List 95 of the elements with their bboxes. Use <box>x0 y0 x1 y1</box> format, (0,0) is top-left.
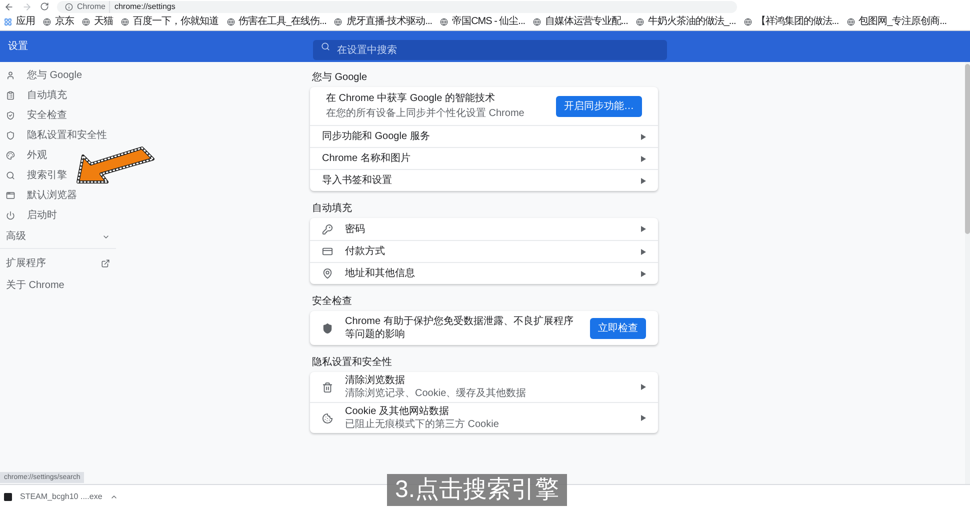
caret-icon <box>641 134 646 140</box>
row-title: 密码 <box>345 222 366 236</box>
back-icon[interactable] <box>4 2 14 12</box>
sidebar-item[interactable]: 隐私设置和安全性 <box>0 125 113 145</box>
url-text: chrome://settings <box>114 0 176 12</box>
globe-icon <box>533 18 542 26</box>
cookie-icon <box>322 412 333 424</box>
caret-icon <box>641 415 646 421</box>
sync-button[interactable]: 开启同步功能… <box>556 96 642 116</box>
section-title: 您与 Google <box>311 70 368 85</box>
file-icon <box>4 492 12 500</box>
reload-icon[interactable] <box>40 2 49 11</box>
page-title: 设置 <box>8 40 29 54</box>
caption: 3.点击搜索引擎 <box>387 474 568 506</box>
bookmark[interactable]: 伤害在工具_在线伤... <box>226 14 326 29</box>
globe-icon <box>226 18 234 26</box>
bookmark[interactable]: 应用 <box>4 14 35 29</box>
globe-icon <box>846 18 855 26</box>
bookmark[interactable]: 包图网_专注原创商... <box>846 14 947 29</box>
external-link-icon <box>101 258 110 268</box>
shield-check-icon <box>322 322 333 334</box>
settings-row[interactable]: 导入书签和设置 <box>310 169 658 191</box>
pin-icon <box>322 268 333 279</box>
row-subtitle: 已阻止无痕模式下的第三方 Cookie <box>345 418 500 431</box>
bookmark[interactable]: 【祥鸿集团的做法... <box>744 14 839 29</box>
key-icon <box>322 224 333 234</box>
settings-row[interactable]: 清除浏览数据 清除浏览记录、Cookie、缓存及其他数据 <box>310 372 658 402</box>
bookmark[interactable]: 天猫 <box>82 14 113 29</box>
scrollbar-thumb[interactable] <box>965 64 970 234</box>
sidebar-item[interactable]: 自动填充 <box>0 85 73 105</box>
info-icon <box>65 2 73 10</box>
person-icon <box>6 70 15 80</box>
settings-row[interactable]: Chrome 名称和图片 <box>310 147 658 169</box>
card-icon <box>322 246 333 257</box>
row-title: 同步功能和 Google 服务 <box>322 130 431 143</box>
globe-icon <box>82 18 90 26</box>
row-title: 清除浏览数据 <box>345 374 406 387</box>
settings-row[interactable]: 付款方式 <box>310 240 658 262</box>
search-icon <box>6 170 15 180</box>
shield-icon <box>6 130 15 140</box>
power-icon <box>6 210 15 220</box>
browser-window-icon <box>6 190 15 200</box>
globe-icon <box>43 18 51 26</box>
search-field[interactable]: 在设置中搜索 <box>313 40 667 60</box>
row-title: Chrome 有助于保护您免受数据泄露、不良扩展程序等问题的影响 <box>345 315 574 341</box>
sidebar-item[interactable]: 启动时 <box>0 205 63 225</box>
row-title: 付款方式 <box>345 245 386 258</box>
sidebar-item[interactable]: 您与 Google <box>0 65 88 85</box>
row-subtitle: 清除浏览记录、Cookie、缓存及其他数据 <box>345 387 528 400</box>
row-title: 在 Chrome 中获享 Google 的智能技术 <box>326 92 496 106</box>
advanced-toggle[interactable]: 高级 <box>0 225 116 249</box>
sidebar-link[interactable]: 关于 Chrome <box>0 275 116 295</box>
sidebar-item[interactable]: 搜索引擎 <box>0 165 73 185</box>
caret-icon <box>641 384 646 390</box>
bookmark[interactable]: 自媒体运营专业配... <box>533 14 628 29</box>
apps-icon <box>4 18 12 26</box>
check-now-button[interactable]: 立即检查 <box>590 318 646 338</box>
search-icon <box>321 42 330 50</box>
caret-icon <box>641 270 646 276</box>
caret-icon <box>641 226 646 232</box>
globe-icon <box>440 18 448 26</box>
sidebar-item[interactable]: 默认浏览器 <box>0 185 83 205</box>
row-title: Cookie 及其他网站数据 <box>345 405 450 418</box>
globe-icon <box>636 18 644 26</box>
clipboard-icon <box>6 90 15 100</box>
row-title: 导入书签和设置 <box>322 174 393 187</box>
bookmark[interactable]: 虎牙直播-技术驱动... <box>334 14 432 29</box>
settings-row[interactable]: 地址和其他信息 <box>310 262 658 284</box>
row-subtitle: 在您的所有设备上同步并个性化设置 Chrome <box>326 106 526 121</box>
palette-icon <box>6 150 15 160</box>
globe-icon <box>334 18 342 26</box>
settings-row[interactable]: Cookie 及其他网站数据 已阻止无痕模式下的第三方 Cookie <box>310 402 658 433</box>
section-title: 自动填充 <box>311 202 353 216</box>
download-filename[interactable]: STEAM_bcgh10 ....exe <box>20 490 102 502</box>
shield-check-icon <box>6 110 15 120</box>
sidebar-item[interactable]: 安全检查 <box>0 105 73 125</box>
settings-row[interactable]: 密码 <box>310 218 658 240</box>
bookmark[interactable]: 帝国CMS - 仙尘... <box>440 14 526 29</box>
bookmark[interactable]: 百度一下，你就知道 <box>121 14 218 29</box>
section-title: 安全检查 <box>311 294 353 309</box>
section-title: 隐私设置和安全性 <box>311 356 393 370</box>
sidebar-item[interactable]: 外观 <box>0 145 53 165</box>
address-bar[interactable]: Chrome chrome://settings <box>57 0 737 12</box>
caret-icon <box>641 248 646 254</box>
globe-icon <box>744 18 752 26</box>
globe-icon <box>121 18 129 26</box>
row-title: 地址和其他信息 <box>345 267 416 280</box>
sidebar-link[interactable]: 扩展程序 <box>0 251 116 275</box>
bookmark[interactable]: 京东 <box>43 14 74 29</box>
row-title: Chrome 名称和图片 <box>322 152 412 165</box>
caret-icon <box>641 156 646 162</box>
trash-icon <box>322 382 333 392</box>
bookmark[interactable]: 牛奶火茶油的做法_... <box>636 14 736 29</box>
caret-icon <box>641 178 646 184</box>
settings-row[interactable]: 同步功能和 Google 服务 <box>310 125 658 147</box>
